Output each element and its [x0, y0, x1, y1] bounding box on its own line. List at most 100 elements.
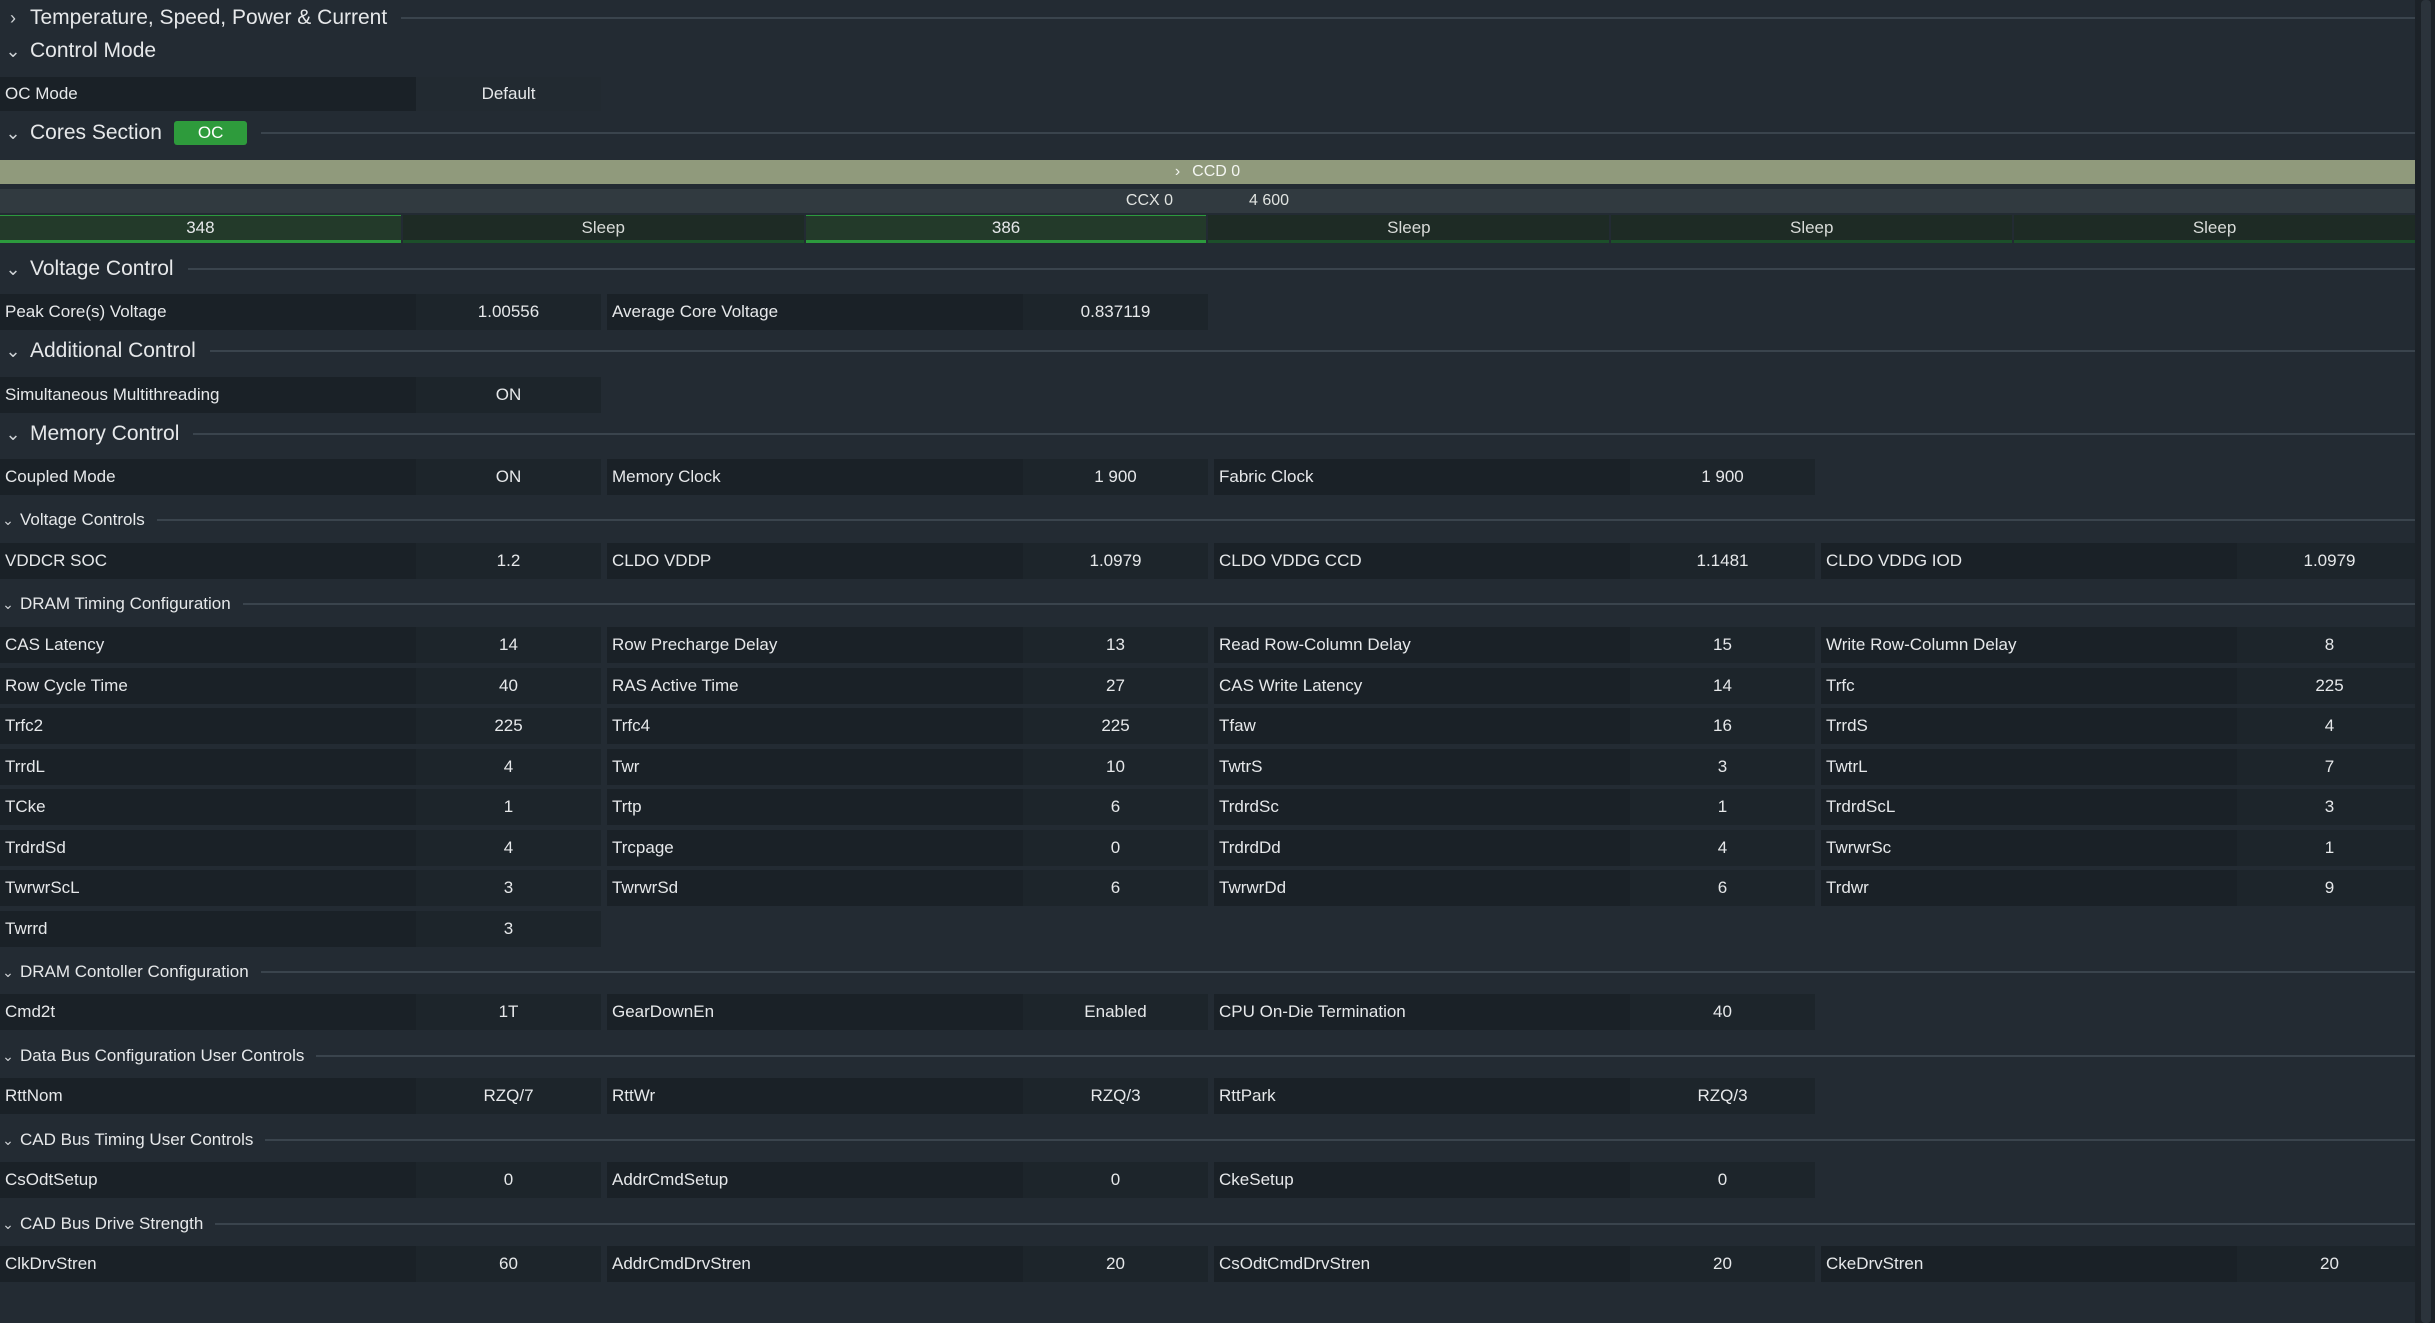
field-value[interactable]: 0: [1023, 1162, 1208, 1198]
field-value[interactable]: RZQ/3: [1023, 1078, 1208, 1114]
dram-timing-field: TrdrdDd 4: [1214, 830, 1815, 866]
field-label: Coupled Mode: [0, 459, 416, 495]
field-value[interactable]: 16: [1630, 708, 1815, 744]
field-value[interactable]: 20: [1023, 1246, 1208, 1282]
divider: [242, 603, 2415, 605]
field-value[interactable]: 1: [416, 789, 601, 825]
field-value[interactable]: 6: [1023, 870, 1208, 906]
chevron-right-icon[interactable]: ›: [0, 8, 26, 29]
field-value[interactable]: 1.0979: [1023, 543, 1208, 579]
field-csodtcmddrvstren: CsOdtCmdDrvStren 20: [1214, 1246, 1815, 1282]
field-label: TrrdL: [0, 749, 416, 785]
field-value[interactable]: 3: [416, 911, 601, 947]
chevron-down-icon[interactable]: ⌄: [0, 1048, 16, 1065]
field-value[interactable]: 1: [2237, 830, 2422, 866]
field-average-core-voltage: Average Core Voltage 0.837119: [607, 294, 1208, 330]
field-value[interactable]: 0: [416, 1162, 601, 1198]
field-value[interactable]: Enabled: [1023, 994, 1208, 1030]
field-value[interactable]: 13: [1023, 627, 1208, 663]
field-value[interactable]: 1.0979: [2237, 543, 2422, 579]
dram-controller-row: Cmd2t 1T GearDownEn Enabled CPU On-Die Ter…: [0, 994, 1821, 1030]
chevron-down-icon[interactable]: ⌄: [0, 1132, 16, 1149]
core-3[interactable]: Sleep: [1208, 215, 1610, 243]
dram-timing-field: Write Row-Column Delay 8: [1821, 627, 2422, 663]
section-cad-drive[interactable]: ⌄ CAD Bus Drive Strength: [0, 1212, 2415, 1236]
section-title: Additional Control: [30, 339, 196, 362]
ccd-header[interactable]: › CCD 0: [0, 160, 2415, 184]
field-value[interactable]: 225: [2237, 668, 2422, 704]
oc-mode-dropdown[interactable]: Default: [416, 77, 601, 111]
field-value[interactable]: 10: [1023, 749, 1208, 785]
core-1[interactable]: Sleep: [402, 215, 804, 243]
field-value[interactable]: 4: [416, 830, 601, 866]
field-value[interactable]: 40: [1630, 994, 1815, 1030]
field-value[interactable]: 3: [2237, 789, 2422, 825]
field-value[interactable]: RZQ/3: [1630, 1078, 1815, 1114]
field-value[interactable]: 4: [416, 749, 601, 785]
core-4[interactable]: Sleep: [1611, 215, 2013, 243]
field-value[interactable]: RZQ/7: [416, 1078, 601, 1114]
field-fabric-clock: Fabric Clock 1 900: [1214, 459, 1815, 495]
section-cad-timing[interactable]: ⌄ CAD Bus Timing User Controls: [0, 1128, 2415, 1152]
field-value[interactable]: 27: [1023, 668, 1208, 704]
smt-toggle[interactable]: ON: [416, 377, 601, 413]
field-value[interactable]: 9: [2237, 870, 2422, 906]
section-dram-controller[interactable]: ⌄ DRAM Contoller Configuration: [0, 960, 2415, 984]
chevron-down-icon[interactable]: ⌄: [0, 123, 26, 144]
field-value[interactable]: 6: [1630, 870, 1815, 906]
section-control-mode[interactable]: ⌄ Control Mode: [0, 37, 2415, 65]
field-value[interactable]: 3: [416, 870, 601, 906]
core-5[interactable]: Sleep: [2014, 215, 2415, 243]
field-value[interactable]: 15: [1630, 627, 1815, 663]
field-value[interactable]: 40: [416, 668, 601, 704]
scrollbar-thumb[interactable]: [2421, 0, 2431, 1323]
memory-clock-input[interactable]: 1 900: [1023, 459, 1208, 495]
chevron-down-icon[interactable]: ⌄: [0, 512, 16, 529]
field-value[interactable]: 60: [416, 1246, 601, 1282]
field-value[interactable]: 1.1481: [1630, 543, 1815, 579]
dram-timing-field: TwrwrScL 3: [0, 870, 601, 906]
section-temperature[interactable]: › Temperature, Speed, Power & Current: [0, 4, 2415, 32]
chevron-down-icon[interactable]: ⌄: [0, 1216, 16, 1233]
field-value[interactable]: 0: [1023, 830, 1208, 866]
coupled-mode-toggle[interactable]: ON: [416, 459, 601, 495]
section-voltage-controls[interactable]: ⌄ Voltage Controls: [0, 508, 2415, 532]
field-value[interactable]: 3: [1630, 749, 1815, 785]
section-voltage-control[interactable]: ⌄ Voltage Control: [0, 255, 2415, 283]
section-memory-control[interactable]: ⌄ Memory Control: [0, 420, 2415, 448]
section-additional-control[interactable]: ⌄ Additional Control: [0, 337, 2415, 365]
field-value[interactable]: 225: [416, 708, 601, 744]
oc-status-badge: OC: [173, 121, 248, 145]
fabric-clock-input[interactable]: 1 900: [1630, 459, 1815, 495]
field-value[interactable]: 20: [2237, 1246, 2422, 1282]
field-value[interactable]: 4: [1630, 830, 1815, 866]
field-value[interactable]: 1T: [416, 994, 601, 1030]
ccx-value: 4 600: [1249, 192, 1290, 209]
field-label: ClkDrvStren: [0, 1246, 416, 1282]
field-value[interactable]: 1: [1630, 789, 1815, 825]
section-title: Voltage Controls: [20, 510, 145, 529]
field-value[interactable]: 1.2: [416, 543, 601, 579]
chevron-down-icon[interactable]: ⌄: [0, 259, 26, 280]
field-value[interactable]: 14: [1630, 668, 1815, 704]
section-data-bus[interactable]: ⌄ Data Bus Configuration User Controls: [0, 1044, 2415, 1068]
chevron-down-icon[interactable]: ⌄: [0, 424, 26, 445]
chevron-down-icon[interactable]: ⌄: [0, 964, 16, 981]
field-value[interactable]: 6: [1023, 789, 1208, 825]
chevron-down-icon[interactable]: ⌄: [0, 41, 26, 62]
field-value[interactable]: 4: [2237, 708, 2422, 744]
field-value[interactable]: 225: [1023, 708, 1208, 744]
field-label: Trcpage: [607, 830, 1023, 866]
core-2[interactable]: 386: [805, 215, 1207, 243]
field-value[interactable]: 14: [416, 627, 601, 663]
vertical-scrollbar[interactable]: [2415, 0, 2435, 1323]
field-value[interactable]: 20: [1630, 1246, 1815, 1282]
section-cores[interactable]: ⌄ Cores Section OC: [0, 119, 2415, 147]
section-dram-timing[interactable]: ⌄ DRAM Timing Configuration: [0, 592, 2415, 616]
field-value[interactable]: 0: [1630, 1162, 1815, 1198]
chevron-down-icon[interactable]: ⌄: [0, 341, 26, 362]
core-0[interactable]: 348: [0, 215, 401, 243]
field-value[interactable]: 7: [2237, 749, 2422, 785]
chevron-down-icon[interactable]: ⌄: [0, 596, 16, 613]
field-value[interactable]: 8: [2237, 627, 2422, 663]
